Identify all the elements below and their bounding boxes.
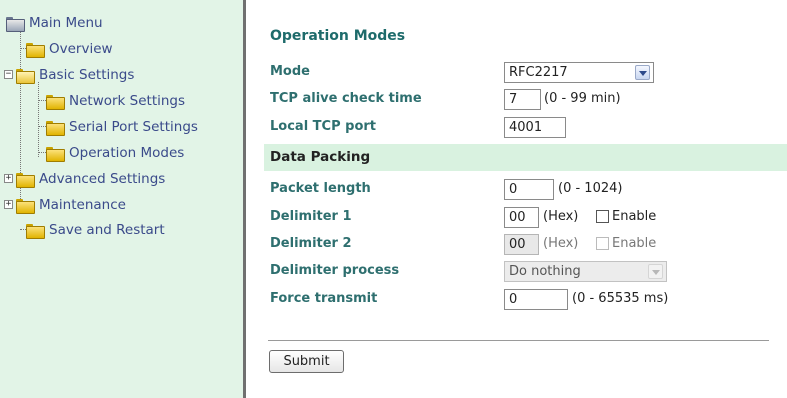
tcp-alive-hint: (0 - 99 min) — [544, 91, 621, 106]
mode-label: Mode — [270, 64, 310, 79]
delimiter-process-select[interactable]: Do nothing — [504, 261, 667, 282]
sidebar-item-label: Maintenance — [39, 197, 126, 213]
folder-open-icon — [16, 68, 35, 84]
sidebar-item-operation-modes[interactable]: Operation Modes — [46, 143, 184, 163]
folder-icon — [46, 94, 65, 110]
delimiter1-label: Delimiter 1 — [270, 209, 352, 224]
expand-icon[interactable]: + — [4, 200, 13, 209]
submit-button[interactable]: Submit — [269, 350, 344, 373]
sidebar-item-save-and-restart[interactable]: Save and Restart — [26, 220, 165, 240]
folder-icon — [46, 120, 65, 136]
chevron-down-icon — [648, 264, 663, 279]
sidebar-item-main-menu[interactable]: Main Menu — [6, 13, 103, 33]
form-separator — [268, 340, 769, 341]
packet-length-input[interactable]: 0 — [504, 179, 554, 200]
delimiter2-enable-label: Enable — [612, 236, 657, 251]
sidebar-item-label: Operation Modes — [69, 145, 185, 161]
data-packing-section: Data Packing — [264, 144, 787, 171]
sidebar: Main Menu Overview − Basic Settings Netw… — [0, 0, 243, 398]
folder-icon — [46, 146, 65, 162]
force-transmit-input[interactable]: 0 — [504, 289, 568, 310]
sidebar-item-label: Basic Settings — [39, 67, 135, 83]
sidebar-item-network-settings[interactable]: Network Settings — [46, 91, 185, 111]
sidebar-item-serial-port-settings[interactable]: Serial Port Settings — [46, 117, 198, 137]
delimiter1-hint: (Hex) — [543, 209, 579, 224]
sidebar-item-basic-settings[interactable]: Basic Settings — [16, 65, 134, 85]
sidebar-item-label: Network Settings — [69, 93, 186, 109]
delimiter2-label: Delimiter 2 — [270, 236, 352, 251]
main-content: Operation Modes Mode RFC2217 TCP alive c… — [246, 0, 787, 398]
local-tcp-port-label: Local TCP port — [270, 119, 376, 134]
force-transmit-label: Force transmit — [270, 291, 378, 306]
delimiter1-input[interactable]: 00 — [504, 207, 539, 228]
chevron-down-icon — [635, 65, 650, 80]
sidebar-item-label: Serial Port Settings — [69, 119, 198, 135]
expand-icon[interactable]: + — [4, 174, 13, 183]
packet-length-label: Packet length — [270, 181, 371, 196]
sidebar-item-label: Advanced Settings — [39, 171, 166, 187]
sidebar-item-advanced-settings[interactable]: Advanced Settings — [16, 169, 165, 189]
folder-icon — [16, 198, 35, 214]
section-heading: Data Packing — [270, 149, 371, 165]
packet-length-hint: (0 - 1024) — [558, 181, 623, 196]
delimiter2-hint: (Hex) — [543, 236, 579, 251]
sidebar-item-overview[interactable]: Overview — [26, 39, 113, 59]
tree-connector — [38, 82, 39, 157]
sidebar-item-label: Overview — [49, 41, 113, 57]
delimiter-process-value: Do nothing — [509, 264, 581, 279]
folder-open-root-icon — [6, 16, 25, 32]
sidebar-item-maintenance[interactable]: Maintenance — [16, 195, 126, 215]
folder-icon — [26, 42, 45, 58]
folder-icon — [16, 172, 35, 188]
delimiter2-enable-checkbox[interactable] — [596, 237, 609, 250]
delimiter2-input[interactable]: 00 — [504, 234, 539, 255]
delimiter-process-label: Delimiter process — [270, 263, 400, 278]
mode-select-value: RFC2217 — [509, 65, 568, 80]
tcp-alive-input[interactable]: 7 — [504, 89, 541, 110]
page-title: Operation Modes — [270, 28, 406, 44]
delimiter1-enable-checkbox[interactable] — [596, 210, 609, 223]
force-transmit-hint: (0 - 65535 ms) — [572, 291, 669, 306]
mode-select[interactable]: RFC2217 — [504, 62, 654, 83]
delimiter1-enable-label: Enable — [612, 209, 657, 224]
tcp-alive-label: TCP alive check time — [270, 91, 422, 106]
sidebar-item-label: Main Menu — [29, 15, 103, 31]
local-tcp-port-input[interactable]: 4001 — [504, 117, 566, 138]
folder-icon — [26, 223, 45, 239]
collapse-icon[interactable]: − — [4, 70, 13, 79]
sidebar-item-label: Save and Restart — [49, 222, 165, 238]
